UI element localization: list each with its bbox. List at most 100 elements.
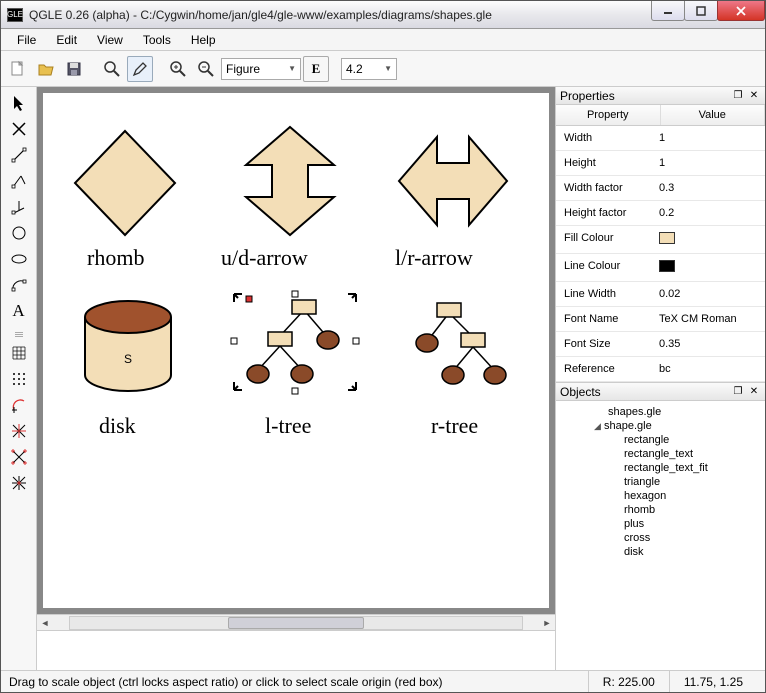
circle-tool[interactable] [6, 221, 32, 245]
horizontal-scrollbar[interactable]: ◄ ► [37, 614, 555, 630]
property-value[interactable]: 1 [651, 151, 765, 175]
snap-intersect-tool[interactable] [6, 419, 32, 443]
rhomb-shape[interactable] [65, 123, 185, 243]
delete-tool[interactable] [6, 117, 32, 141]
snap-grid-tool[interactable] [6, 367, 32, 391]
property-value[interactable]: TeX CM Roman [651, 307, 765, 331]
scroll-right-arrow[interactable]: ► [539, 616, 555, 630]
new-file-button[interactable] [5, 56, 31, 82]
menu-tools[interactable]: Tools [135, 31, 179, 49]
scroll-thumb[interactable] [228, 617, 364, 629]
tree-item[interactable]: rhomb [556, 503, 765, 517]
tree-item[interactable]: rectangle_text [556, 447, 765, 461]
zoom-out-button[interactable] [193, 56, 219, 82]
close-button[interactable] [717, 1, 765, 21]
close-panel-icon[interactable]: ✕ [747, 385, 761, 399]
property-key: Font Name [556, 307, 651, 331]
expander-icon[interactable]: ◢ [594, 421, 604, 432]
osnap-curve-tool[interactable] [6, 393, 32, 417]
property-row[interactable]: Width1 [556, 126, 765, 151]
scroll-track[interactable] [69, 616, 523, 630]
property-key: Height factor [556, 201, 651, 225]
scroll-left-arrow[interactable]: ◄ [37, 616, 53, 630]
ud-arrow-shape[interactable] [230, 121, 350, 241]
arc-tool[interactable] [6, 273, 32, 297]
perpendicular-tool[interactable] [6, 195, 32, 219]
property-key: Width [556, 126, 651, 150]
property-row[interactable]: Font Size0.35 [556, 332, 765, 357]
status-r: R: 225.00 [588, 671, 669, 692]
figure-combo[interactable]: Figure▼ [221, 58, 301, 80]
save-file-button[interactable] [61, 56, 87, 82]
color-swatch[interactable] [659, 260, 675, 272]
page[interactable]: rhomb u/d-arrow l/r-arrow S disk [43, 93, 549, 608]
ltree-shape[interactable] [228, 288, 368, 408]
snap-all-tool[interactable] [6, 471, 32, 495]
disk-label: disk [99, 413, 136, 439]
property-row[interactable]: Height factor0.2 [556, 201, 765, 226]
lr-arrow-shape[interactable] [391, 121, 515, 241]
tree-item[interactable]: triangle [556, 475, 765, 489]
pointer-tool[interactable] [6, 91, 32, 115]
ellipse-tool[interactable] [6, 247, 32, 271]
properties-table: Property Value Width1Height1Width factor… [556, 105, 765, 383]
property-value[interactable]: 0.35 [651, 332, 765, 356]
e-mode-button[interactable]: E [303, 56, 329, 82]
properties-header[interactable]: Properties ❐ ✕ [556, 87, 765, 105]
property-row[interactable]: Referencebc [556, 357, 765, 382]
tree-item[interactable]: plus [556, 517, 765, 531]
menu-help[interactable]: Help [183, 31, 224, 49]
canvas-viewport[interactable]: rhomb u/d-arrow l/r-arrow S disk [37, 87, 555, 614]
property-value[interactable]: bc [651, 357, 765, 381]
minimize-button[interactable] [651, 1, 685, 21]
tree-item[interactable]: hexagon [556, 489, 765, 503]
property-value[interactable] [651, 226, 765, 253]
property-value[interactable]: 1 [651, 126, 765, 150]
objects-header[interactable]: Objects ❐ ✕ [556, 383, 765, 401]
tangent-tool[interactable] [6, 169, 32, 193]
property-value[interactable]: 0.3 [651, 176, 765, 200]
tree-item[interactable]: ◢shape.gle [556, 419, 765, 433]
toolbar: Figure▼ E 4.2▼ [1, 51, 765, 87]
zoom-combo[interactable]: 4.2▼ [341, 58, 397, 80]
maximize-button[interactable] [684, 1, 718, 21]
text-tool[interactable]: A [6, 299, 32, 323]
zoom-combo-label: 4.2 [346, 62, 363, 76]
open-file-button[interactable] [33, 56, 59, 82]
tree-item[interactable]: cross [556, 531, 765, 545]
undock-icon[interactable]: ❐ [731, 385, 745, 399]
property-row[interactable]: Line Width0.02 [556, 282, 765, 307]
property-row[interactable]: Width factor0.3 [556, 176, 765, 201]
title-bar: GLE QGLE 0.26 (alpha) - C:/Cygwin/home/j… [1, 1, 765, 29]
tree-item[interactable]: rectangle [556, 433, 765, 447]
undock-icon[interactable]: ❐ [731, 89, 745, 103]
disk-shape[interactable]: S [73, 293, 183, 403]
zoom-in-button[interactable] [165, 56, 191, 82]
zoom-tool-button[interactable] [99, 56, 125, 82]
close-panel-icon[interactable]: ✕ [747, 89, 761, 103]
property-value[interactable] [651, 254, 765, 281]
tree-item[interactable]: disk [556, 545, 765, 559]
menu-view[interactable]: View [89, 31, 131, 49]
rtree-shape[interactable] [403, 293, 523, 403]
property-key: Reference [556, 357, 651, 381]
edit-tool-button[interactable] [127, 56, 153, 82]
property-value[interactable]: 0.02 [651, 282, 765, 306]
snap-endpoints-tool[interactable] [6, 445, 32, 469]
property-row[interactable]: Line Colour [556, 254, 765, 282]
property-row[interactable]: Height1 [556, 151, 765, 176]
color-swatch[interactable] [659, 232, 675, 244]
menu-edit[interactable]: Edit [48, 31, 85, 49]
grid-tool[interactable] [6, 341, 32, 365]
tree-item[interactable]: rectangle_text_fit [556, 461, 765, 475]
objects-tree[interactable]: shapes.gle◢shape.glerectanglerectangle_t… [556, 401, 765, 670]
property-value[interactable]: 0.2 [651, 201, 765, 225]
tree-item[interactable]: shapes.gle [556, 405, 765, 419]
property-row[interactable]: Fill Colour [556, 226, 765, 254]
menu-file[interactable]: File [9, 31, 44, 49]
lr-arrow-label: l/r-arrow [395, 245, 473, 271]
property-row[interactable]: Font NameTeX CM Roman [556, 307, 765, 332]
line-tool[interactable] [6, 143, 32, 167]
properties-title: Properties [560, 89, 615, 103]
scale-origin-handle[interactable] [246, 296, 252, 302]
